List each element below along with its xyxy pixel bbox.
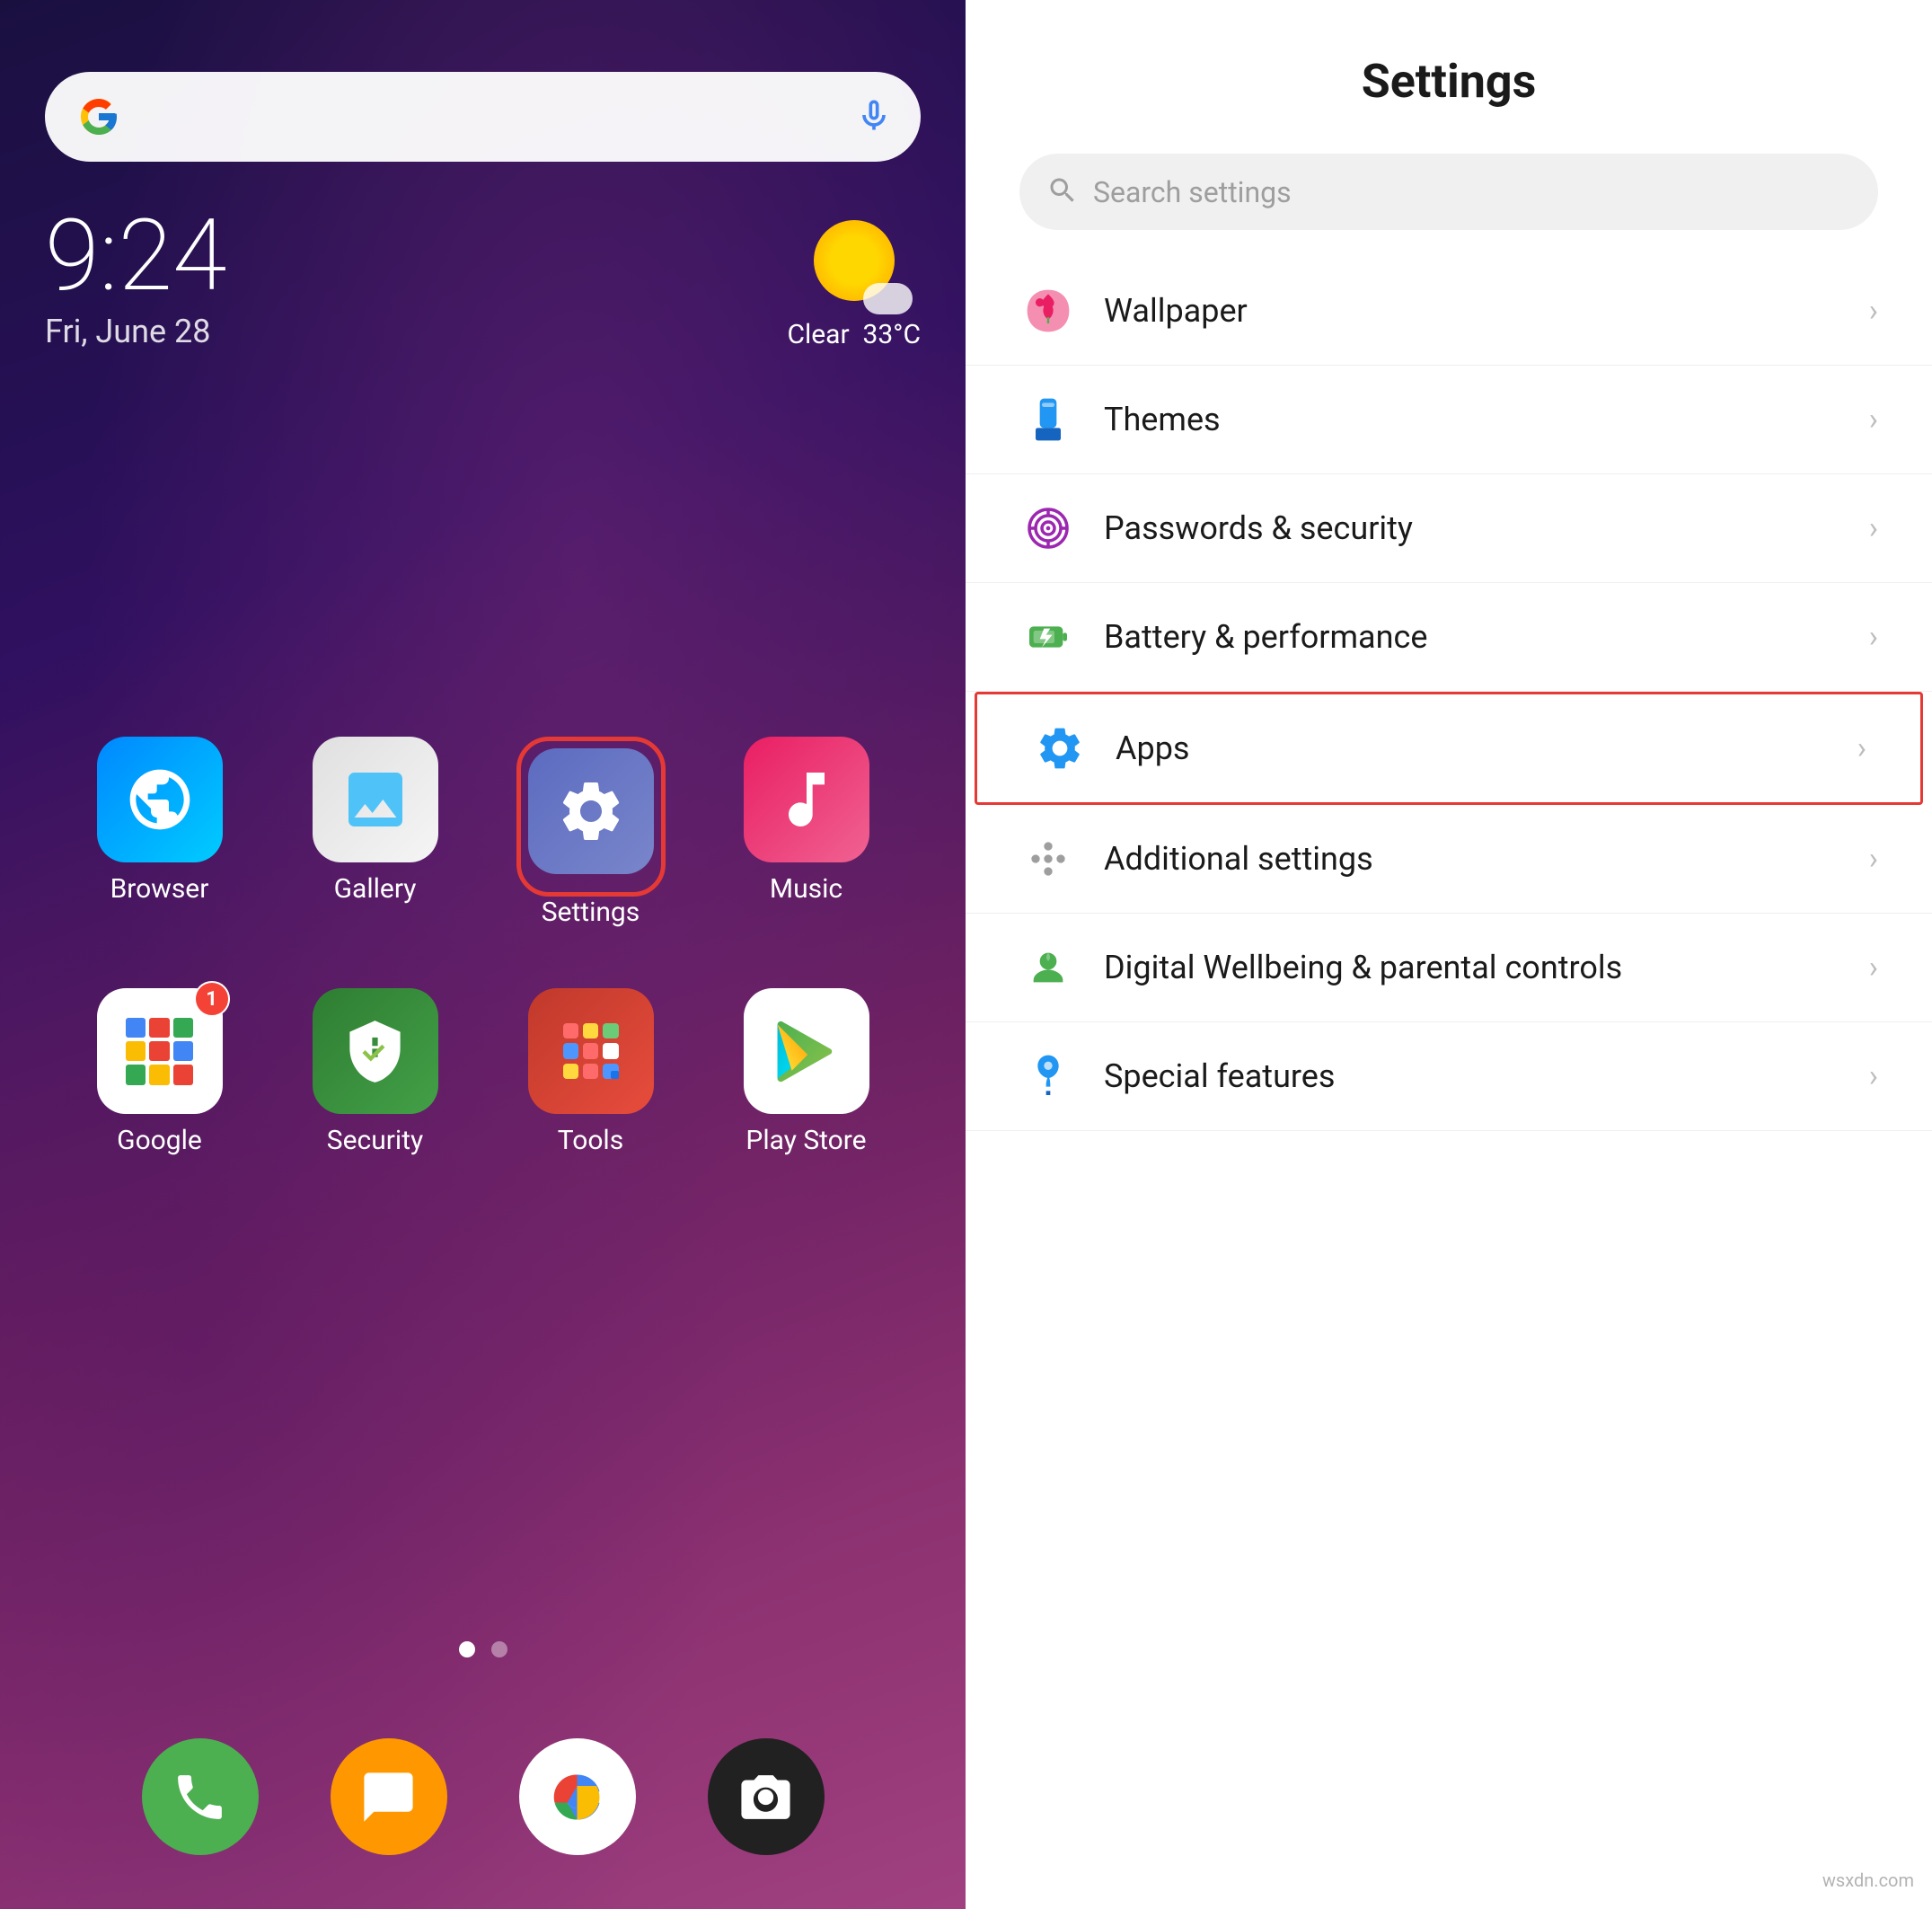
additional-icon (1019, 830, 1077, 888)
settings-search-bar[interactable]: Search settings (1019, 154, 1878, 230)
battery-chevron: › (1869, 619, 1878, 655)
settings-title: Settings (1037, 54, 1860, 109)
battery-icon (1019, 608, 1077, 666)
browser-label: Browser (110, 873, 209, 905)
additional-chevron: › (1869, 841, 1878, 877)
settings-item-wellbeing[interactable]: Digital Wellbeing & parental controls › (966, 914, 1932, 1022)
wallpaper-icon (1019, 282, 1077, 340)
app-playstore[interactable]: Play Store (726, 988, 887, 1156)
dot-1 (459, 1641, 475, 1657)
apps-label: Apps (1116, 729, 1857, 767)
app-settings[interactable]: Settings (510, 737, 672, 928)
settings-screen: Settings Search settings (966, 0, 1932, 1909)
app-row-2: 1 Google (0, 988, 966, 1156)
security-icon (313, 988, 438, 1114)
search-icon (1046, 174, 1079, 210)
playstore-icon (744, 988, 869, 1114)
clock: 9:24 (45, 207, 227, 305)
settings-item-special[interactable]: Special features › (966, 1022, 1932, 1131)
playstore-label: Play Store (745, 1125, 866, 1156)
app-music[interactable]: Music (726, 737, 887, 928)
app-tools[interactable]: Tools (510, 988, 672, 1156)
app-gallery[interactable]: Gallery (295, 737, 456, 928)
app-security[interactable]: Security (295, 988, 456, 1156)
watermark: wsxdn.com (1822, 1869, 1914, 1891)
dock-phone[interactable] (142, 1738, 259, 1855)
google-label: Google (117, 1125, 202, 1156)
themes-icon (1019, 391, 1077, 448)
settings-label: Settings (542, 897, 640, 928)
app-browser[interactable]: Browser (79, 737, 241, 928)
music-label: Music (770, 873, 842, 905)
gallery-label: Gallery (334, 873, 417, 905)
apps-chevron: › (1857, 730, 1866, 766)
dock-chrome[interactable] (519, 1738, 636, 1855)
date: Fri, June 28 (45, 313, 227, 350)
dock-camera[interactable] (708, 1738, 825, 1855)
settings-item-apps[interactable]: Apps › (975, 692, 1923, 805)
settings-item-passwords[interactable]: Passwords & security › (966, 474, 1932, 583)
additional-label: Additional settings (1104, 840, 1869, 878)
mic-icon[interactable] (854, 95, 894, 138)
music-icon (744, 737, 869, 862)
time-display: 9:24 Fri, June 28 (45, 207, 227, 350)
apps-icon (1031, 720, 1089, 777)
app-row-1: Browser Gallery Settings (0, 737, 966, 928)
google-search-bar[interactable] (45, 72, 921, 162)
themes-chevron: › (1869, 402, 1878, 437)
passwords-label: Passwords & security (1104, 509, 1869, 547)
gallery-icon (313, 737, 438, 862)
passwords-chevron: › (1869, 510, 1878, 546)
browser-icon (97, 737, 223, 862)
settings-item-battery[interactable]: Battery & performance › (966, 583, 1932, 692)
passwords-icon (1019, 499, 1077, 557)
wallpaper-label: Wallpaper (1104, 292, 1869, 330)
dot-2 (491, 1641, 507, 1657)
wellbeing-label: Digital Wellbeing & parental controls (1104, 949, 1869, 986)
weather-info: Clear 33°C (787, 319, 921, 350)
weather-widget: Clear 33°C (787, 220, 921, 350)
app-google[interactable]: 1 Google (79, 988, 241, 1156)
settings-list: Wallpaper › Themes › (966, 257, 1932, 1909)
search-placeholder: Search settings (1093, 175, 1292, 209)
settings-item-additional[interactable]: Additional settings › (966, 805, 1932, 914)
settings-app-icon (528, 748, 654, 874)
settings-item-themes[interactable]: Themes › (966, 366, 1932, 474)
wellbeing-chevron: › (1869, 950, 1878, 985)
page-indicators (0, 1641, 966, 1657)
security-label: Security (327, 1125, 423, 1156)
settings-header: Settings (966, 0, 1932, 136)
google-logo (72, 90, 126, 144)
dock-messages[interactable] (331, 1738, 447, 1855)
settings-item-wallpaper[interactable]: Wallpaper › (966, 257, 1932, 366)
tools-label: Tools (558, 1125, 623, 1156)
notification-badge: 1 (194, 981, 230, 1017)
special-icon (1019, 1047, 1077, 1105)
special-label: Special features (1104, 1057, 1869, 1095)
google-app-icon: 1 (97, 988, 223, 1114)
wellbeing-icon (1019, 939, 1077, 996)
bottom-dock (0, 1738, 966, 1855)
phone-screen: 9:24 Fri, June 28 Clear 33°C Browser (0, 0, 966, 1909)
battery-label: Battery & performance (1104, 618, 1869, 656)
wallpaper-chevron: › (1869, 293, 1878, 329)
weather-icon (814, 220, 895, 301)
special-chevron: › (1869, 1058, 1878, 1094)
themes-label: Themes (1104, 401, 1869, 438)
tools-icon (528, 988, 654, 1114)
